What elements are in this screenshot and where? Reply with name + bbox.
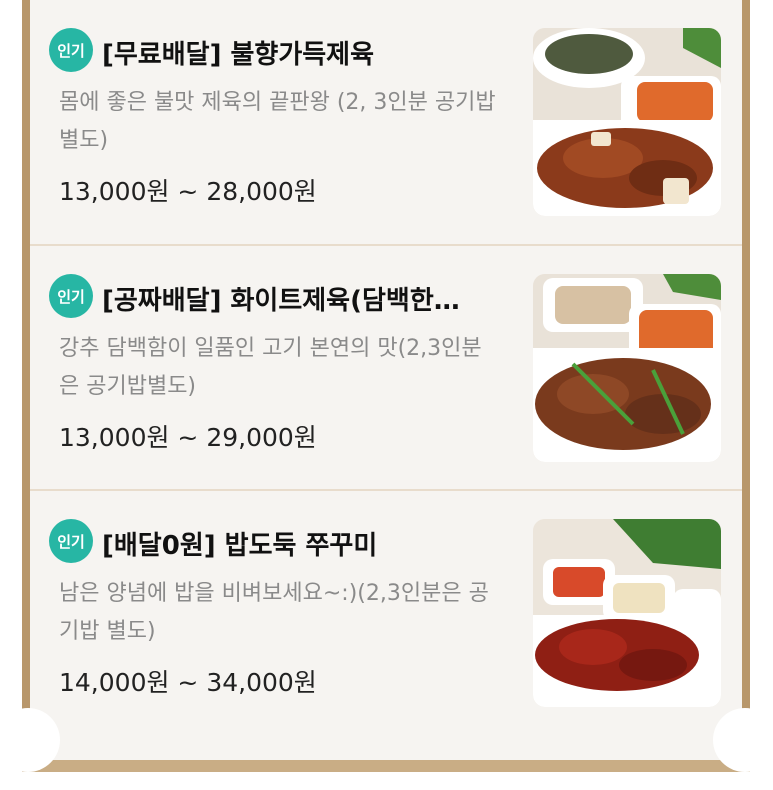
- menu-item-description: 남은 양념에 밥을 비벼보세요~:)(2,3인분은 공기밥 별도): [59, 581, 489, 644]
- menu-item-description: 강추 담백함이 일품인 고기 본연의 맛(2,3인분은 공기밥별도): [59, 336, 482, 399]
- menu-item[interactable]: 인기 [공짜배달] 화이트제육(담백한… 강추 담백함이 일품인 고기 본연의 …: [30, 246, 742, 490]
- menu-item-image: [533, 519, 721, 707]
- white-pork-photo-icon: [533, 274, 721, 462]
- menu-item-title: [배달0원] 밥도둑 쭈꾸미: [102, 531, 378, 561]
- popular-badge: 인기: [49, 274, 93, 318]
- popular-badge: 인기: [49, 519, 93, 563]
- octopus-photo-icon: [533, 519, 721, 707]
- popular-badge: 인기: [49, 28, 93, 72]
- menu-item-image: [533, 28, 721, 216]
- menu-item[interactable]: 인기 [배달0원] 밥도둑 쭈꾸미 남은 양념에 밥을 비벼보세요~:)(2,3…: [30, 491, 742, 735]
- menu-item-price: 13,000원 ~ 29,000원: [59, 423, 317, 452]
- menu-item-image: [533, 274, 721, 462]
- board-bottom-edge: [22, 760, 750, 772]
- menu-item-title: [무료배달] 불향가득제육: [102, 40, 375, 70]
- menu-board: 인기 [무료배달] 불향가득제육 몸에 좋은 불맛 제육의 끝판왕 (2, 3인…: [0, 0, 773, 790]
- menu-item-price: 14,000원 ~ 34,000원: [59, 668, 317, 697]
- menu-item-title: [공짜배달] 화이트제육(담백한…: [102, 286, 460, 316]
- menu-item[interactable]: 인기 [무료배달] 불향가득제육 몸에 좋은 불맛 제육의 끝판왕 (2, 3인…: [30, 0, 742, 244]
- spicy-pork-photo-icon: [533, 28, 721, 216]
- menu-item-description: 몸에 좋은 불맛 제육의 끝판왕 (2, 3인분 공기밥 별도): [59, 90, 496, 153]
- menu-item-price: 13,000원 ~ 28,000원: [59, 177, 317, 206]
